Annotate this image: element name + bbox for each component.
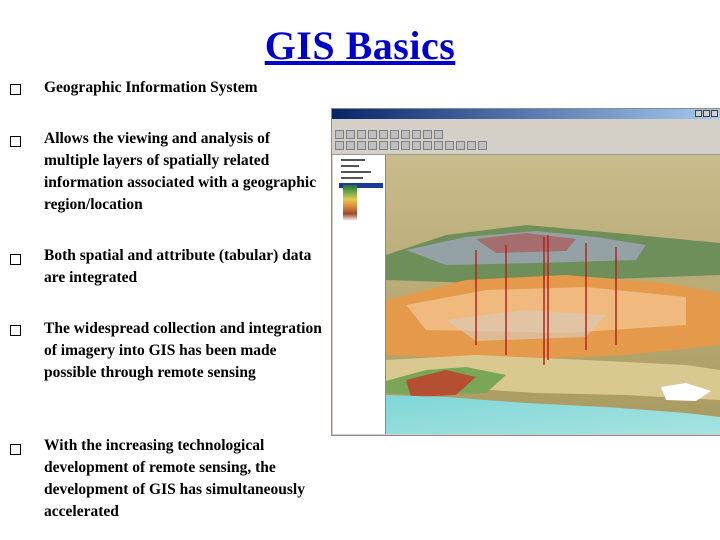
bullet-item: Both spatial and attribute (tabular) dat… [44, 247, 312, 286]
bullet-square-icon [10, 254, 21, 265]
bullet-item: Geographic Information System [44, 79, 258, 96]
bullet-square-icon [10, 84, 21, 95]
screenshot-menubar [332, 119, 720, 128]
terrain-render [386, 155, 720, 434]
bullet-square-icon [10, 325, 21, 336]
screenshot-titlebar [332, 109, 720, 119]
bullet-item: The widespread collection and integratio… [44, 320, 322, 381]
bullet-square-icon [10, 444, 21, 455]
bullet-item: With the increasing technological develo… [44, 437, 305, 520]
bullet-square-icon [10, 136, 21, 147]
screenshot-toolbar [332, 128, 720, 155]
bullet-item: Allows the viewing and analysis of multi… [44, 130, 317, 213]
elevation-legend [343, 185, 357, 221]
window-buttons [695, 110, 718, 117]
bullet-list: Geographic Information System Allows the… [0, 0, 330, 540]
layer-table-of-contents [333, 155, 386, 434]
terrain-3d-view [386, 155, 720, 434]
gis-screenshot [331, 108, 720, 436]
